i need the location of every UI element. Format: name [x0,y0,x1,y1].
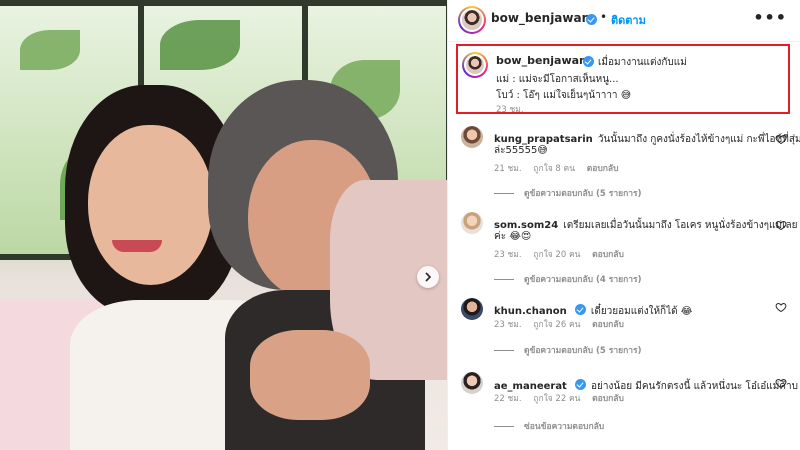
comment-like-count[interactable]: ถูกใจ 26 คน [533,320,580,330]
comment-item: ae_maneerat อย่างน้อย มีคนรักตรงนี้ แล้ว… [448,370,800,440]
caption-text-line2: แม่ : แม่จะมีโอกาสเห็นหนู... [496,74,619,85]
post-side-panel: bow_benjawan • ติดตาม ••• bow_benjawan เ… [447,0,800,450]
replies-divider [494,426,514,427]
verified-badge-icon [583,56,594,67]
view-replies-button[interactable]: ดูข้อความตอบกลับ (5 รายการ) [494,343,641,357]
post-header: bow_benjawan • ติดตาม ••• [448,0,800,42]
comment-item: som.som24 เตรียมเลยเมื่อวันนั้นมาถึง โอเ… [448,210,800,290]
heart-icon[interactable] [775,133,787,145]
comment-like-count[interactable]: ถูกใจ 20 คน [533,250,580,260]
caption-highlight: bow_benjawan เมื่อมางานแต่งกับแม่ แม่ : … [456,44,790,116]
view-replies-button[interactable]: ดูข้อความตอบกลับ (5 รายการ) [494,186,641,200]
hide-replies-button[interactable]: ซ่อนข้อความตอบกลับ [494,419,604,433]
photo-smile-left [112,240,162,252]
comment-text-continued: ล่ะ55555😅 [494,145,548,156]
comment-avatar[interactable] [461,126,483,148]
caption-avatar[interactable] [462,52,488,78]
caption-text-line1: เมื่อมางานแต่งกับแม่ [598,57,687,68]
photo-foliage [20,30,80,70]
verified-badge-icon [586,14,597,25]
carousel-next-button[interactable] [417,266,439,288]
comment-reply-button[interactable]: ตอบกลับ [592,394,624,404]
comment-reply-button[interactable]: ตอบกลับ [592,250,624,260]
comment-text: วันนั้นมาถึง กูคงนั่งร้องไห้ข้างๆแม่ กะพ… [597,134,800,145]
comment-timestamp[interactable]: 23 ชม. [494,250,522,260]
comment-item: kung_prapatsarin วันนั้นมาถึง กูคงนั่งร้… [448,124,800,204]
comment-text-continued: ค่ะ 😂😍 [494,231,532,242]
replies-divider [494,193,514,194]
post-photo[interactable] [0,0,447,450]
comment-avatar[interactable] [461,372,483,394]
photo-foliage [160,20,240,70]
view-replies-button[interactable]: ดูข้อความตอบกลับ (4 รายการ) [494,272,641,286]
more-options-icon[interactable]: ••• [753,8,787,27]
caption-username[interactable]: bow_benjawan [496,54,587,67]
replies-divider [494,279,514,280]
comment-timestamp[interactable]: 23 ชม. [494,320,522,330]
separator-dot: • [600,10,608,24]
comment-item: khun.chanon เดี๋ยวยอมแต่งให้ก็ได้ 😂 23 ช… [448,296,800,360]
comment-like-count[interactable]: ถูกใจ 8 คน [533,164,575,174]
verified-badge-icon [574,379,586,390]
comment-avatar[interactable] [461,212,483,234]
author-avatar[interactable] [458,6,486,34]
comment-text: เดี๋ยวยอมแต่งให้ก็ได้ 😂 [590,306,693,317]
photo-hands [250,330,370,420]
heart-icon[interactable] [775,377,787,389]
caption-timestamp[interactable]: 23 ชม. [496,102,524,116]
follow-button[interactable]: ติดตาม [611,11,646,29]
author-username[interactable]: bow_benjawan [491,11,590,25]
caption-text-line3: โบว์ : โอ๊ๆ แม่ใจเย็นๆน้าาาา 😅 [496,90,632,101]
chevron-right-icon [425,272,432,282]
comment-reply-button[interactable]: ตอบกลับ [592,320,624,330]
comment-like-count[interactable]: ถูกใจ 22 คน [533,394,580,404]
comment-avatar[interactable] [461,298,483,320]
comment-timestamp[interactable]: 21 ชม. [494,164,522,174]
heart-icon[interactable] [775,301,787,313]
photo-face-left [88,125,213,285]
verified-badge-icon [574,304,586,315]
comment-text: เตรียมเลยเมื่อวันนั้นมาถึง โอเคร หนูนั่ง… [563,220,798,231]
heart-icon[interactable] [775,219,787,231]
comment-reply-button[interactable]: ตอบกลับ [587,164,619,174]
comment-timestamp[interactable]: 22 ชม. [494,394,522,404]
replies-divider [494,350,514,351]
comment-username[interactable]: khun.chanon [494,306,567,317]
